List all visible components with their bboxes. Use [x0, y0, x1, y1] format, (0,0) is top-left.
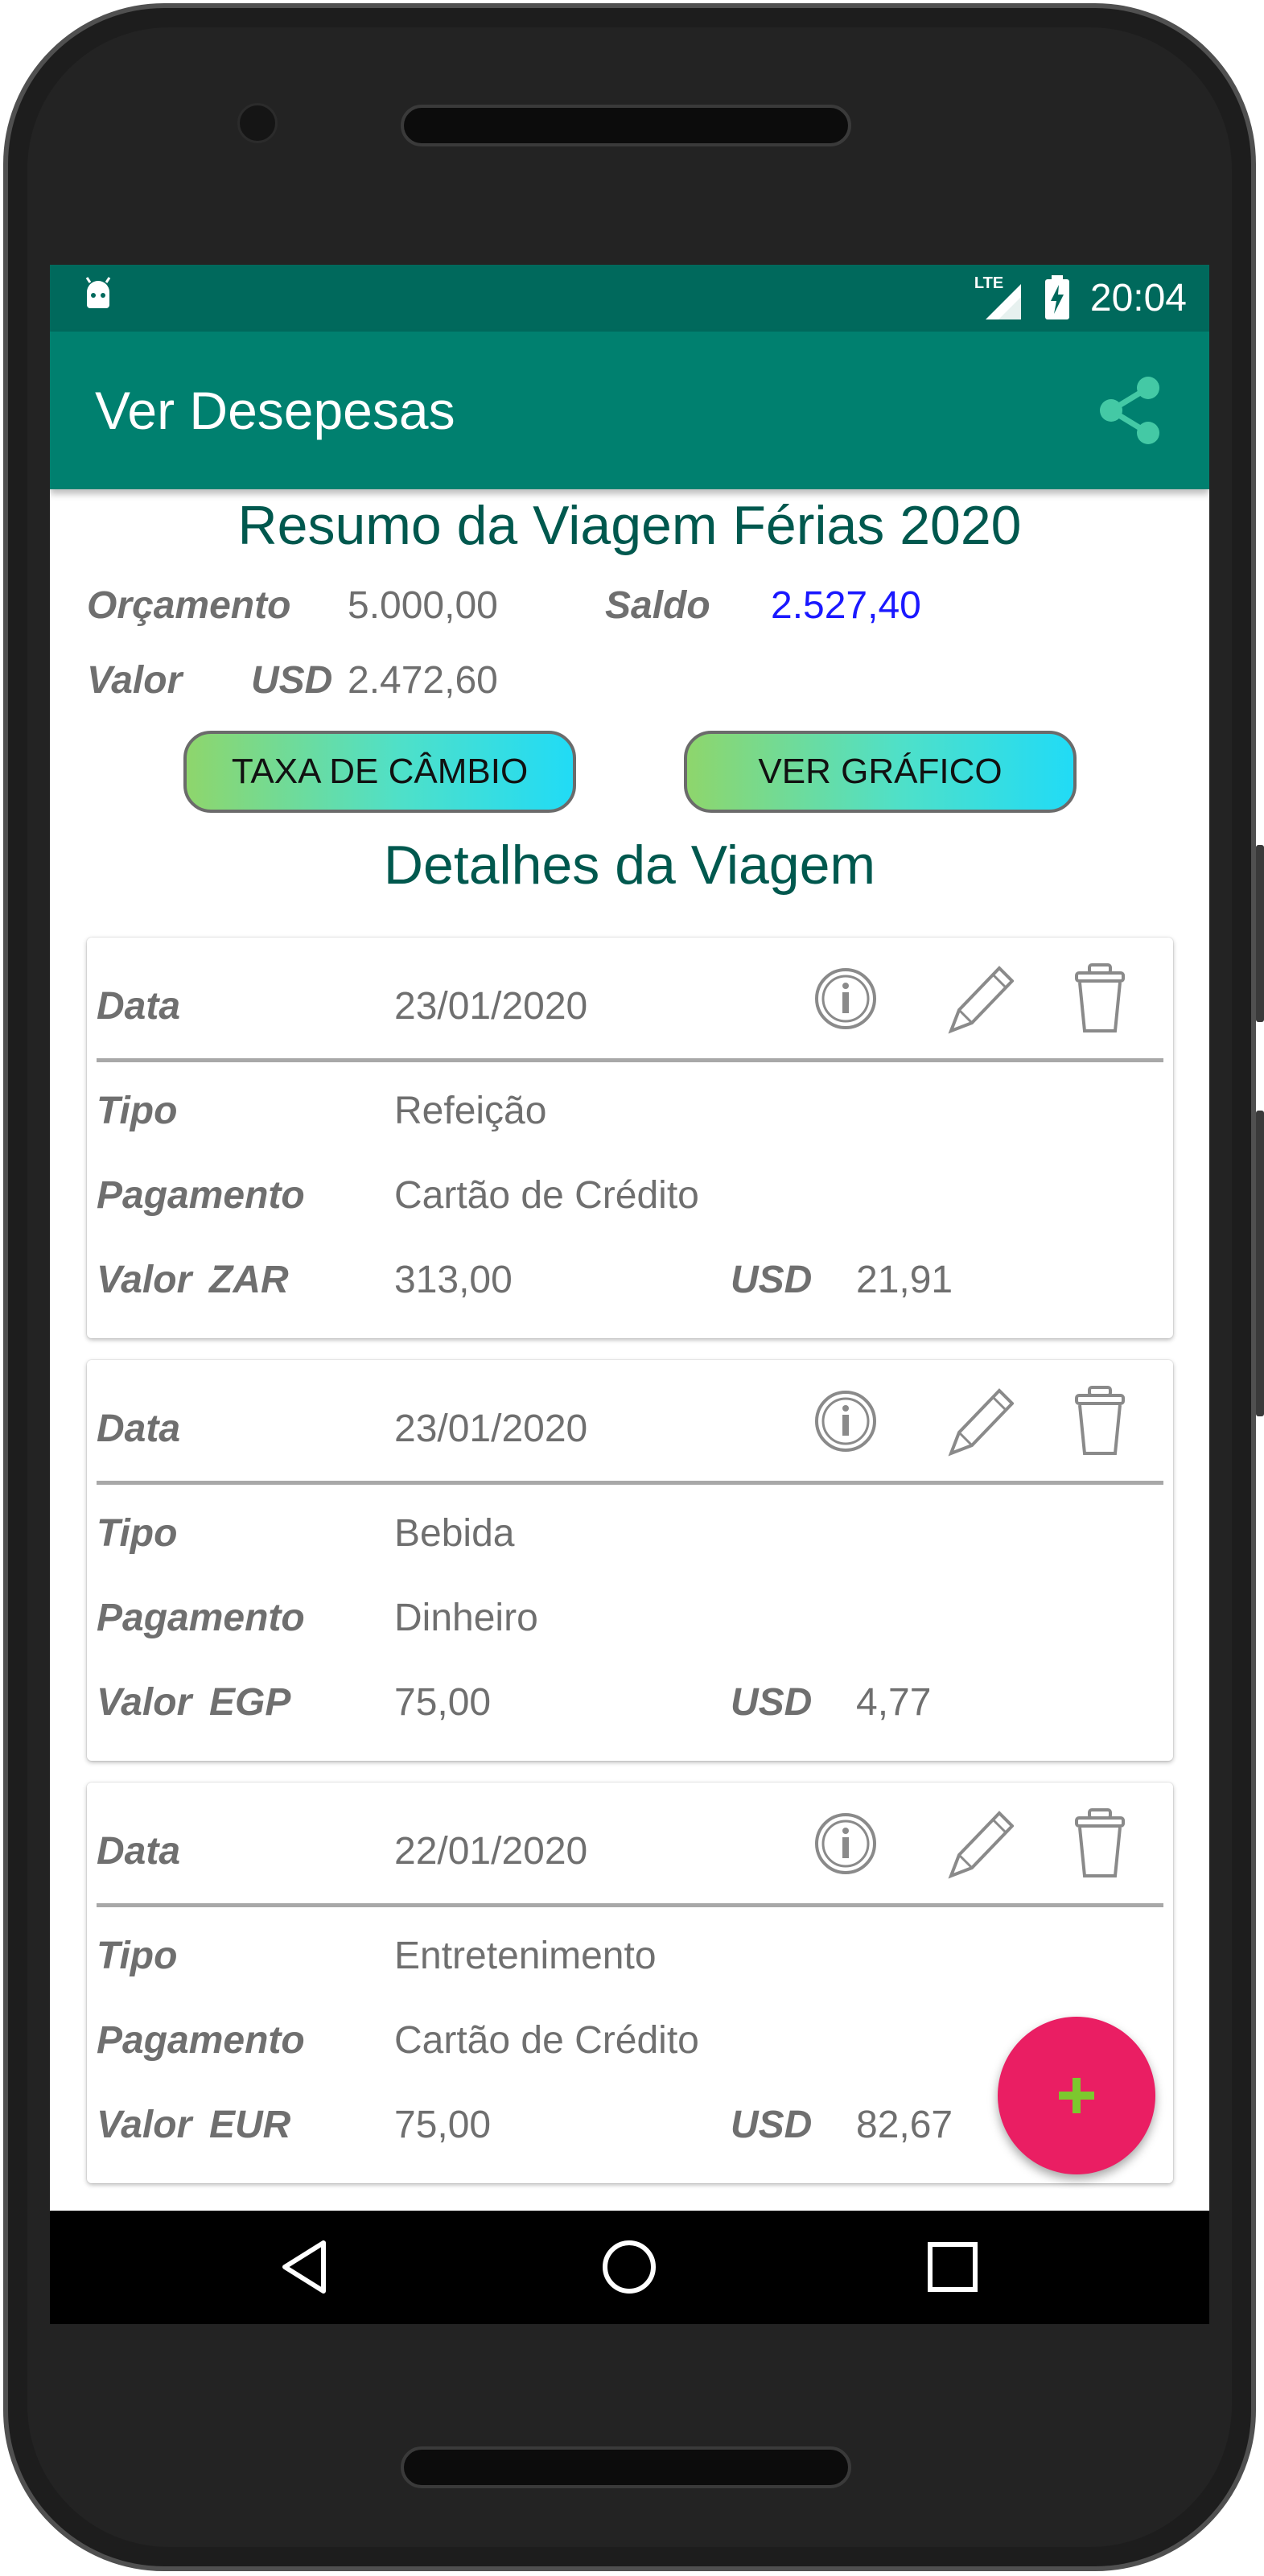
delete-trash-icon[interactable]	[1065, 960, 1134, 1037]
expense-date: 22/01/2020	[394, 1830, 588, 1873]
back-triangle-icon[interactable]	[274, 2235, 338, 2299]
expense-card[interactable]: Data 23/01/2020 Tipo Refeição Pagamento …	[87, 938, 1173, 1338]
date-label: Data	[97, 1830, 181, 1873]
usd-label: USD	[731, 1681, 813, 1724]
type-label: Tipo	[97, 1090, 178, 1132]
summary-title: Resumo da Viagem Férias 2020	[237, 495, 1022, 556]
expense-amount: 75,00	[394, 1681, 492, 1724]
exchange-rate-button[interactable]: TAXA DE CÂMBIO	[183, 731, 576, 813]
battery-charging-icon	[1044, 275, 1069, 319]
bottom-speaker	[401, 2446, 851, 2488]
expense-amount: 75,00	[394, 2104, 492, 2146]
usd-label: USD	[731, 1259, 813, 1301]
balance-value: 2.527,40	[771, 584, 921, 627]
total-value-label: Valor	[87, 659, 183, 702]
share-icon[interactable]	[1095, 372, 1167, 449]
value-label: Valor	[97, 1681, 192, 1724]
info-icon[interactable]	[811, 1805, 880, 1882]
expense-usd: 4,77	[856, 1681, 932, 1724]
budget-label: Orçamento	[87, 584, 291, 627]
expense-payment: Dinheiro	[394, 1597, 538, 1639]
value-label: Valor	[97, 2104, 192, 2146]
view-chart-button[interactable]: VER GRÁFICO	[684, 731, 1077, 813]
system-navigation-bar	[50, 2211, 1209, 2324]
payment-label: Pagamento	[97, 1174, 305, 1217]
add-expense-fab[interactable]	[998, 2017, 1155, 2174]
edit-pencil-icon[interactable]	[945, 1383, 1014, 1460]
toolbar-title: Ver Desepesas	[95, 381, 455, 440]
total-value-amount: 2.472,60	[348, 659, 498, 702]
expense-type: Entretenimento	[394, 1935, 657, 1977]
value-label: Valor	[97, 1259, 192, 1301]
status-bar: LTE 20:04	[50, 265, 1209, 332]
expense-type: Refeição	[394, 1090, 547, 1132]
status-icons: LTE 20:04	[974, 273, 1187, 323]
power-key	[1256, 1111, 1264, 1416]
date-label: Data	[97, 1408, 181, 1450]
delete-trash-icon[interactable]	[1065, 1383, 1134, 1460]
budget-value: 5.000,00	[348, 584, 498, 627]
earpiece-speaker	[401, 105, 851, 146]
expense-amount: 313,00	[394, 1259, 513, 1301]
expense-currency: ZAR	[209, 1259, 289, 1301]
main-content: Resumo da Viagem Férias 2020 Orçamento 5…	[50, 489, 1209, 2211]
plus-icon	[1059, 2078, 1094, 2113]
delete-trash-icon[interactable]	[1065, 1805, 1134, 1882]
card-divider	[97, 1058, 1163, 1062]
details-title: Detalhes da Viagem	[383, 835, 876, 896]
total-currency-label: USD	[251, 659, 333, 702]
date-label: Data	[97, 985, 181, 1028]
expense-usd: 21,91	[856, 1259, 953, 1301]
info-icon[interactable]	[811, 1383, 880, 1460]
front-camera	[237, 103, 278, 143]
expense-card[interactable]: Data 23/01/2020 Tipo Bebida Pagamento Di…	[87, 1360, 1173, 1761]
recents-square-icon[interactable]	[920, 2235, 985, 2299]
android-notification-icon	[85, 277, 111, 308]
expense-currency: EGP	[209, 1681, 291, 1724]
edit-pencil-icon[interactable]	[945, 960, 1014, 1037]
payment-label: Pagamento	[97, 2019, 305, 2062]
expense-type: Bebida	[394, 1512, 515, 1555]
balance-label: Saldo	[605, 584, 710, 627]
app-toolbar: Ver Desepesas	[50, 332, 1209, 489]
type-label: Tipo	[97, 1512, 178, 1555]
signal-icon: LTE	[974, 274, 1024, 321]
expense-currency: EUR	[209, 2104, 291, 2146]
expense-date: 23/01/2020	[394, 985, 588, 1028]
type-label: Tipo	[97, 1935, 178, 1977]
edit-pencil-icon[interactable]	[945, 1805, 1014, 1882]
card-divider	[97, 1481, 1163, 1485]
expense-payment: Cartão de Crédito	[394, 2019, 699, 2062]
status-time: 20:04	[1089, 276, 1187, 319]
expense-usd: 82,67	[856, 2104, 953, 2146]
volume-key	[1256, 845, 1264, 1022]
payment-label: Pagamento	[97, 1597, 305, 1639]
device-screen: LTE 20:04 Ver Desepesas Resumo da Viagem…	[50, 265, 1209, 2324]
expense-payment: Cartão de Crédito	[394, 1174, 699, 1217]
card-divider	[97, 1903, 1163, 1907]
home-circle-icon[interactable]	[597, 2235, 661, 2299]
expense-date: 23/01/2020	[394, 1408, 588, 1450]
info-icon[interactable]	[811, 960, 880, 1037]
usd-label: USD	[731, 2104, 813, 2146]
